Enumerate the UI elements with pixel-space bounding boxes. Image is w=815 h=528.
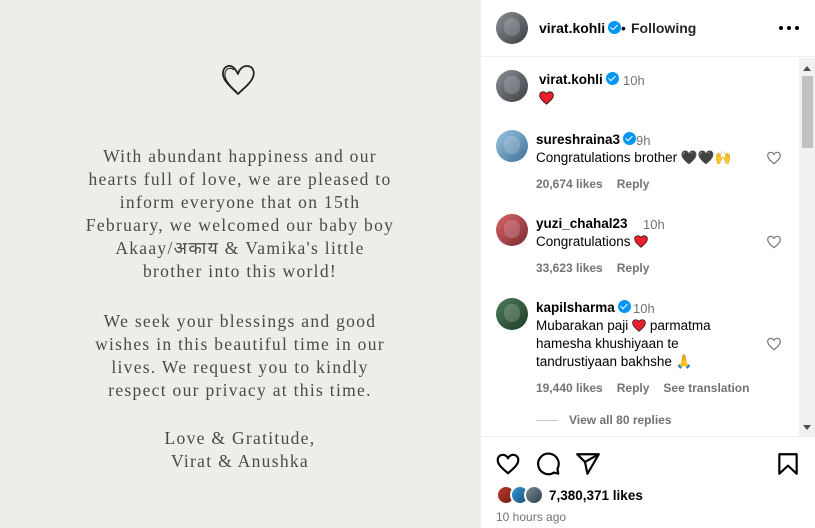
letter-line: Virat & Anushka bbox=[170, 451, 310, 471]
share-icon[interactable] bbox=[575, 451, 601, 477]
heart-outline-icon[interactable] bbox=[766, 150, 782, 166]
heart-outline-icon[interactable] bbox=[495, 451, 521, 477]
scroll-down-arrow-icon[interactable] bbox=[803, 425, 811, 430]
more-horizontal-icon[interactable] bbox=[779, 26, 799, 30]
comment-username[interactable]: kapilsharma bbox=[536, 300, 631, 315]
comment-likes[interactable]: 20,674 likes bbox=[536, 177, 603, 191]
post-side-panel: virat.kohli • Following virat.kohli 10h … bbox=[480, 0, 815, 528]
comment-username[interactable]: sureshraina3 bbox=[536, 132, 637, 147]
post-image[interactable]: With abundant happiness and our hearts f… bbox=[0, 0, 480, 528]
post-header: virat.kohli • Following bbox=[481, 0, 815, 57]
verified-badge-icon bbox=[608, 21, 622, 34]
letter-line: Love & Gratitude, bbox=[164, 428, 316, 448]
comment-meta: 20,674 likes Reply bbox=[536, 177, 663, 191]
comment-time[interactable]: 10h bbox=[623, 73, 645, 88]
letter-line: With abundant happiness and our bbox=[103, 146, 377, 166]
letter-line: Akaay/अकाय & Vamika's little bbox=[115, 238, 365, 258]
post-timestamp[interactable]: 10 hours ago bbox=[496, 510, 566, 524]
replies-divider bbox=[536, 420, 558, 421]
letter-line: We seek your blessings and good bbox=[103, 311, 377, 331]
comment-time[interactable]: 10h bbox=[643, 217, 665, 232]
reply-button[interactable]: Reply bbox=[617, 261, 650, 275]
comment-username[interactable]: virat.kohli bbox=[539, 72, 619, 87]
following-button[interactable]: Following bbox=[631, 20, 696, 36]
scroll-up-arrow-icon[interactable] bbox=[803, 66, 811, 71]
reply-button[interactable]: Reply bbox=[617, 381, 650, 395]
avatar[interactable] bbox=[496, 70, 528, 102]
comment-username[interactable]: yuzi_chahal23 bbox=[536, 216, 628, 231]
author-username-text[interactable]: virat.kohli bbox=[539, 20, 605, 36]
verified-badge-icon bbox=[605, 72, 619, 85]
comments-scrollbar[interactable] bbox=[799, 58, 815, 436]
letter-line: respect our privacy at this time. bbox=[108, 380, 372, 400]
comment-icon[interactable] bbox=[535, 451, 561, 477]
comment-time[interactable]: 9h bbox=[636, 133, 650, 148]
scroll-thumb[interactable] bbox=[802, 76, 813, 148]
letter-line: hearts full of love, we are pleased to bbox=[88, 169, 392, 189]
comment-time[interactable]: 10h bbox=[633, 301, 655, 316]
author-avatar[interactable] bbox=[496, 12, 528, 44]
avatar[interactable] bbox=[496, 298, 528, 330]
post-actions: 7,380,371 likes 10 hours ago bbox=[481, 436, 815, 528]
bookmark-icon[interactable] bbox=[775, 451, 801, 477]
verified-badge-icon bbox=[617, 300, 631, 313]
liker-avatars[interactable] bbox=[496, 485, 548, 507]
comment-text: Congratulations bbox=[536, 233, 766, 251]
heart-outline-icon[interactable] bbox=[766, 336, 782, 352]
comment-meta: 33,623 likes Reply bbox=[536, 261, 663, 275]
comment-meta: 19,440 likes Reply See translation bbox=[536, 381, 763, 395]
red-heart-icon bbox=[539, 91, 554, 105]
heart-outline-icon[interactable] bbox=[766, 234, 782, 250]
avatar[interactable] bbox=[496, 214, 528, 246]
likes-count[interactable]: 7,380,371 likes bbox=[549, 488, 643, 503]
reply-button[interactable]: Reply bbox=[617, 177, 650, 191]
comment-likes[interactable]: 33,623 likes bbox=[536, 261, 603, 275]
author-username[interactable]: virat.kohli bbox=[539, 20, 622, 36]
letter-line: lives. We request you to kindly bbox=[111, 357, 369, 377]
comment-text: Mubarakan paji parmatma hamesha khushiya… bbox=[536, 318, 711, 369]
view-replies-button[interactable]: View all 80 replies bbox=[569, 413, 672, 427]
heart-doodle-icon bbox=[222, 65, 255, 95]
red-heart-icon bbox=[634, 235, 649, 248]
header-separator: • bbox=[621, 20, 626, 36]
letter-line: inform everyone that on 15th bbox=[119, 192, 361, 212]
letter-paragraph-1: With abundant happiness and our hearts f… bbox=[30, 145, 450, 283]
letter-line: wishes in this beautiful time in our bbox=[95, 334, 385, 354]
avatar[interactable] bbox=[496, 130, 528, 162]
avatar bbox=[524, 485, 544, 505]
letter-paragraph-2: We seek your blessings and good wishes i… bbox=[30, 310, 450, 402]
red-heart-icon bbox=[632, 319, 646, 332]
letter-line: February, we welcomed our baby boy bbox=[85, 215, 395, 235]
letter-signoff: Love & Gratitude, Virat & Anushka bbox=[30, 427, 450, 473]
see-translation-link[interactable]: See translation bbox=[663, 381, 749, 395]
comment-likes[interactable]: 19,440 likes bbox=[536, 381, 603, 395]
verified-badge-icon bbox=[623, 132, 637, 145]
comments-list[interactable]: virat.kohli 10h sureshraina3 9h Congratu… bbox=[481, 58, 799, 436]
letter-line: brother into this world! bbox=[142, 261, 338, 281]
comment-text: Congratulations brother 🖤🖤🙌 bbox=[536, 150, 732, 165]
